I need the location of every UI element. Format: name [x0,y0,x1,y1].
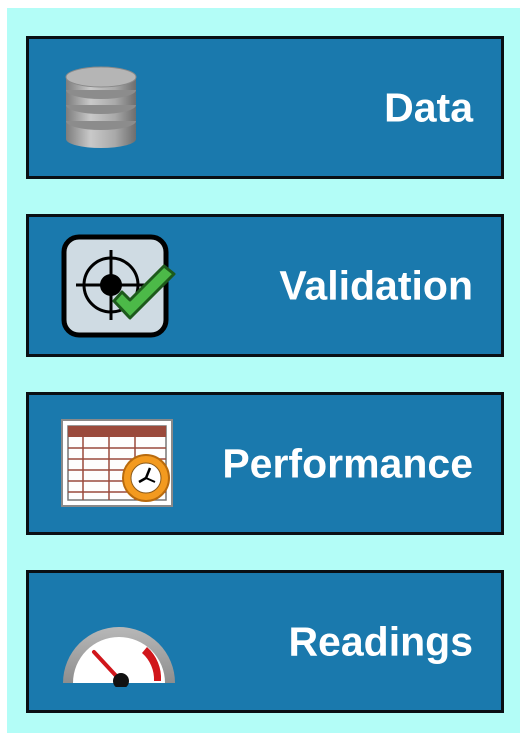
performance-label: Performance [222,440,473,486]
target-check-icon [61,234,176,337]
menu-panel: Data Validation Performance Readings [7,8,520,733]
data-label: Data [384,84,473,130]
schedule-clock-icon [61,418,173,507]
readings-label: Readings [288,618,473,664]
performance-button[interactable]: Performance [26,392,504,535]
gauge-icon [63,627,175,688]
database-icon [65,66,137,148]
data-button[interactable]: Data [26,36,504,179]
validation-label: Validation [279,262,473,308]
readings-button[interactable]: Readings [26,570,504,713]
validation-button[interactable]: Validation [26,214,504,357]
